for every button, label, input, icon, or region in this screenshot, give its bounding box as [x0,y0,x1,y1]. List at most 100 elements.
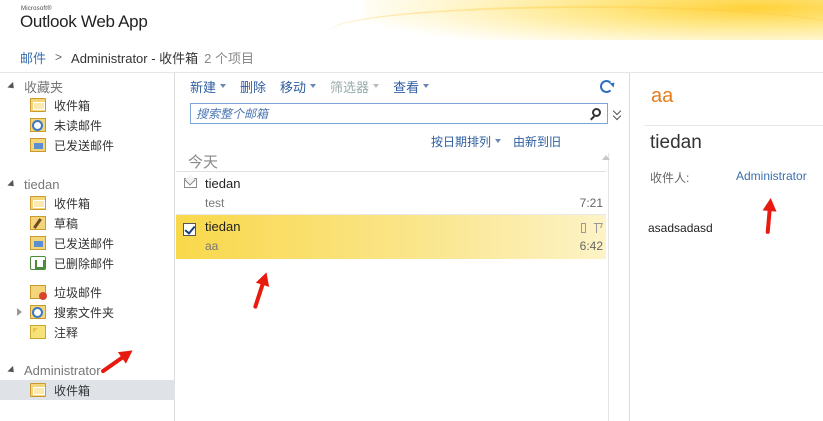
nav-group-title: 收藏夹 [24,79,64,95]
sort-by-button[interactable]: 按日期排列 [431,133,502,150]
message-subject: aa [205,239,219,253]
nav-item-label: 未读邮件 [54,118,103,133]
sort-order-button[interactable]: 由新到旧 [513,133,561,150]
item-count: 2 个项目 [204,50,255,66]
message-body: asadsadasd [648,221,713,235]
date-group-header: 今天 [188,154,219,171]
filter-button[interactable]: 筛选器 [330,77,380,96]
chevron-down-icon [495,139,502,143]
search-box [190,103,608,124]
nav-item-label: 已发送邮件 [54,236,115,251]
message-list-pane: 新建 删除 移动 筛选器 查看 按日期排列 由新到旧 [176,73,629,421]
scrollbar[interactable] [608,153,609,421]
chevron-down-icon [220,84,227,88]
breadcrumb-mail-link[interactable]: 邮件 [20,48,46,67]
delete-button-label: 删除 [240,79,267,95]
nav-item-tiedan-sent[interactable]: 已发送邮件 [0,233,175,253]
search-folder-icon [30,118,46,132]
breadcrumb-current: Administrator - 收件箱 [71,50,199,66]
envelope-open-icon [184,178,197,188]
sort-by-label: 按日期排列 [431,134,492,149]
collapse-icon [7,365,17,375]
chevron-down-icon [373,84,380,88]
nav-group-administrator[interactable]: Administrator [7,362,101,378]
nav-group-title: tiedan [24,176,60,192]
brand-logo: Outlook Web App [20,12,148,31]
nav-group-tiedan[interactable]: tiedan [7,176,60,192]
breadcrumb: 邮件 > Administrator - 收件箱 2 个项目 [20,48,254,66]
search-input[interactable] [196,106,576,121]
nav-item-favorites-unread[interactable]: 未读邮件 [0,115,175,135]
nav-item-tiedan-deleted[interactable]: 已删除邮件 [0,253,175,273]
collapse-icon [7,179,17,189]
move-button-label: 移动 [280,79,307,95]
expand-search-icon[interactable] [613,109,622,119]
view-button-label: 查看 [393,79,420,95]
message-sender: tiedan [205,176,241,191]
search-icon[interactable] [592,108,601,117]
nav-group-favorites[interactable]: 收藏夹 [7,78,64,95]
new-button-label: 新建 [190,79,217,95]
drafts-icon [30,216,46,230]
nav-item-tiedan-notes[interactable]: 注释 [0,322,175,342]
sent-icon [30,236,46,250]
flag-icon[interactable] [593,223,601,233]
deleted-icon [30,256,46,270]
category-icon[interactable] [581,223,586,233]
message-time: 6:42 [579,239,603,253]
recipient-label: 收件人: [650,171,690,185]
recipient-link[interactable]: Administrator [736,169,807,183]
nav-item-favorites-inbox[interactable]: 收件箱 [0,95,175,115]
checkbox-checked-icon[interactable] [183,223,196,236]
chevron-down-icon [423,84,430,88]
nav-item-label: 搜索文件夹 [54,305,115,320]
sent-icon [30,138,46,152]
inbox-icon [30,383,46,397]
expand-icon[interactable] [17,308,22,316]
nav-item-label: 收件箱 [54,196,91,211]
junk-icon [30,285,47,300]
nav-item-favorites-sent[interactable]: 已发送邮件 [0,135,175,155]
app-header: Microsoft® Outlook Web App [0,0,823,40]
message-sender: tiedan [205,219,241,234]
reading-pane: aa tiedan 收件人: Administrator asadsadasd [629,73,823,421]
chevron-right-icon: > [55,50,63,64]
nav-item-label: 草稿 [54,216,79,231]
inbox-icon [30,98,46,112]
sort-order-label: 由新到旧 [513,134,562,149]
move-button[interactable]: 移动 [280,77,317,96]
toolbar: 新建 删除 移动 筛选器 查看 [190,77,443,95]
nav-item-tiedan-inbox[interactable]: 收件箱 [0,193,175,213]
nav-item-label: 注释 [54,325,79,340]
nav-item-label: 垃圾邮件 [54,285,103,300]
nav-item-tiedan-junk[interactable]: 垃圾邮件 [0,282,175,302]
scroll-up-icon[interactable] [602,155,610,160]
message-row-selected[interactable]: tiedan aa 6:42 [176,215,606,259]
new-button[interactable]: 新建 [190,77,227,96]
search-folder-icon [30,305,46,319]
nav-group-title: Administrator [24,362,101,378]
reading-divider [644,125,823,126]
nav-item-label: 已删除邮件 [54,256,115,271]
message-from[interactable]: tiedan [650,132,702,154]
chevron-down-icon [310,84,317,88]
nav-item-label: 收件箱 [54,383,91,398]
nav-item-label: 已发送邮件 [54,138,115,153]
delete-button[interactable]: 删除 [240,77,266,96]
collapse-icon [7,81,17,91]
notes-icon [30,325,46,339]
message-subject: test [205,196,225,210]
filter-button-label: 筛选器 [330,79,370,95]
inbox-icon [30,196,46,210]
message-row[interactable]: tiedan test 7:21 [176,172,606,216]
sort-bar: 按日期排列 由新到旧 [431,133,561,149]
nav-item-administrator-inbox[interactable]: 收件箱 [0,380,175,400]
nav-item-tiedan-drafts[interactable]: 草稿 [0,213,175,233]
nav-item-label: 收件箱 [54,98,91,113]
refresh-icon[interactable] [600,80,613,93]
folder-pane: 收藏夹 收件箱 未读邮件 已发送邮件 tiedan 收件箱 草稿 已发送邮件 已… [0,73,175,421]
message-time: 7:21 [579,196,603,210]
view-button[interactable]: 查看 [393,77,430,96]
nav-item-tiedan-search-folders[interactable]: 搜索文件夹 [0,302,175,322]
message-subject-heading: aa [651,85,674,107]
